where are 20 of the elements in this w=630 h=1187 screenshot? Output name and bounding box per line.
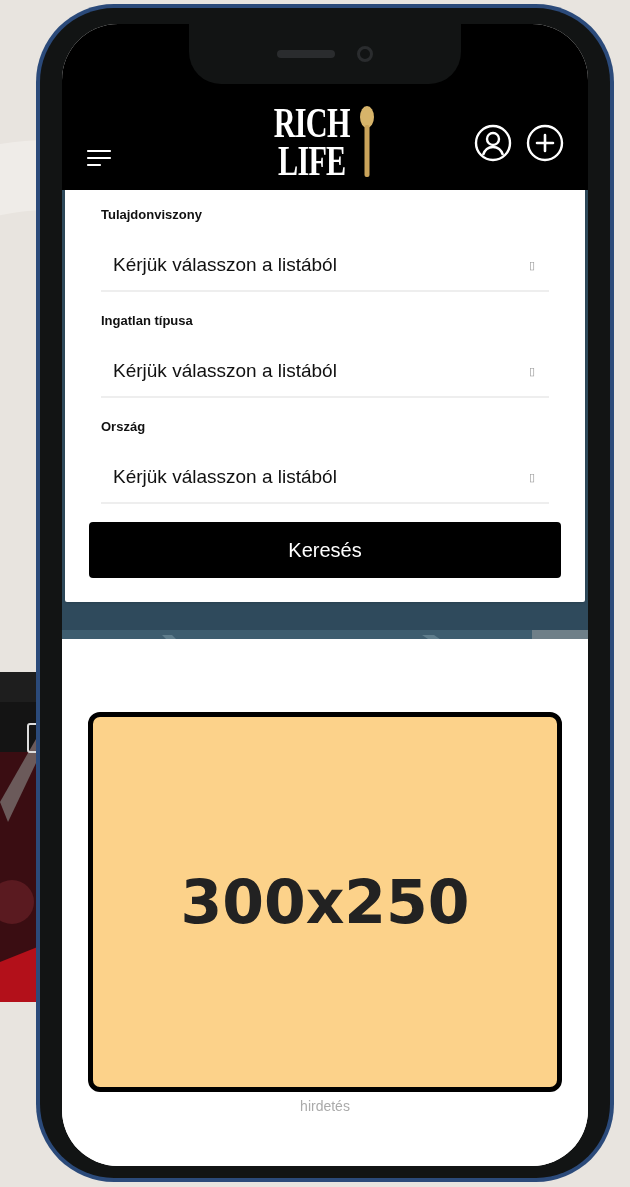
dropdown-indicator: ▯	[529, 257, 535, 273]
field-label: Ország	[100, 418, 147, 436]
dropdown-indicator: ▯	[529, 363, 535, 379]
dropdown-field[interactable]: Kérjük válasszon a listából ▯	[101, 240, 549, 292]
field-label: Tulajdonviszony	[100, 206, 203, 224]
ad-placeholder[interactable]: 300x250	[88, 712, 562, 1092]
dropdown-field[interactable]: Kérjük válasszon a listából ▯	[101, 346, 549, 398]
menu-icon[interactable]	[86, 148, 112, 168]
field-label: Ingatlan típusa	[100, 312, 194, 330]
add-icon[interactable]	[526, 124, 564, 162]
search-button[interactable]: Keresés	[89, 522, 561, 578]
logo-text: LIFE	[278, 142, 346, 180]
spoon-icon	[358, 105, 375, 179]
dropdown-indicator: ▯	[529, 469, 535, 485]
dropdown-field[interactable]: Kérjük válasszon a listából ▯	[101, 452, 549, 504]
logo[interactable]: RICH LIFE	[259, 104, 375, 180]
user-icon[interactable]	[474, 124, 512, 162]
logo-text: RICH	[274, 104, 350, 142]
ad-caption: hirdetés	[300, 1097, 350, 1116]
ad-size-text: 300x250	[180, 866, 470, 939]
